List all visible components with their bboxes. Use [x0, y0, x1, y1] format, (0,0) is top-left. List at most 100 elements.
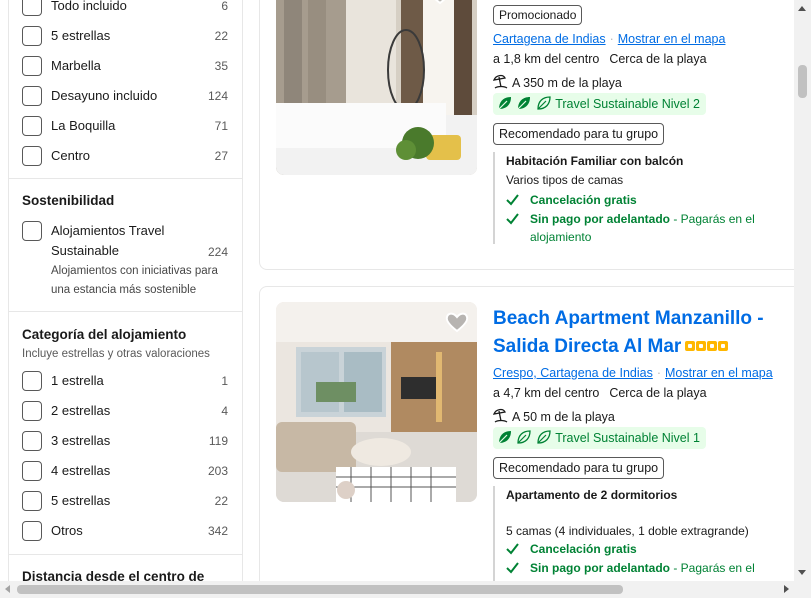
scroll-thumb[interactable] [17, 585, 623, 594]
property-photo[interactable] [276, 0, 477, 175]
sustainability-badge[interactable]: Travel Sustainable Nivel 2 [493, 93, 706, 115]
scroll-left-arrow[interactable] [5, 585, 10, 593]
scroll-down-arrow[interactable] [798, 570, 806, 575]
title-line[interactable]: Beach Apartment Manzanillo - [493, 308, 764, 329]
filter-5-stars[interactable]: 5 estrellas 22 [22, 26, 228, 46]
star-icon [718, 341, 729, 351]
property-card: Promocionado Cartagena de Indias · Mostrar… [259, 0, 811, 270]
section-divider [9, 554, 242, 555]
filter-count: 342 [207, 524, 228, 538]
sustainability-description: Alojamientos con iniciativas para [51, 265, 218, 277]
filter-label: Otros [51, 523, 83, 538]
no-prepayment: Sin pago por adelantado - Pagarás en el … [506, 210, 793, 246]
leaf-icons [497, 430, 555, 445]
show-on-map-link[interactable]: Mostrar en el mapa [618, 32, 726, 46]
leaf-icon [518, 97, 531, 110]
leaf-icon [498, 431, 511, 444]
category-title: Categoría del alojamiento [22, 327, 187, 342]
checkbox[interactable] [22, 26, 42, 46]
checkbox[interactable] [22, 461, 42, 481]
distance-info: a 1,8 km del centro Cerca de la playa [493, 52, 707, 66]
property-title[interactable]: Beach Apartment Manzanillo - Salida Dire… [493, 305, 793, 360]
filter-1-star[interactable]: 1 estrella 1 [22, 371, 228, 391]
filter-label: Desayuno incluido [51, 88, 158, 103]
checkmark-icon [506, 213, 519, 225]
filter-marbella[interactable]: Marbella 35 [22, 56, 228, 76]
star-icon [696, 341, 707, 351]
filter-count: 203 [207, 464, 228, 478]
leaf-outline-icon [537, 96, 551, 110]
filter-all-inclusive[interactable]: Todo incluido 6 [22, 0, 228, 16]
leaf-icon [498, 97, 511, 110]
filter-centro[interactable]: Centro 27 [22, 146, 228, 166]
filter-label: Sustainable [51, 243, 119, 258]
checkbox[interactable] [22, 371, 42, 391]
filter-label: Marbella [51, 58, 101, 73]
filter-count: 4 [221, 404, 228, 418]
sustainability-badge[interactable]: Travel Sustainable Nivel 1 [493, 427, 706, 449]
scroll-thumb[interactable] [798, 65, 807, 98]
vertical-scrollbar[interactable] [794, 0, 811, 581]
heart-icon[interactable] [427, 0, 453, 7]
category-subtitle: Incluye estrellas y otras valoraciones [22, 348, 210, 360]
filter-travel-sustainable[interactable]: Alojamientos Travel Sustainable 224 [22, 221, 228, 261]
filter-4-stars[interactable]: 4 estrellas 203 [22, 461, 228, 481]
distance-info: a 4,7 km del centro Cerca de la playa [493, 386, 707, 400]
bed-types: Varios tipos de camas [506, 173, 624, 187]
checkbox[interactable] [22, 521, 42, 541]
checkbox[interactable] [22, 56, 42, 76]
sustainability-text: Travel Sustainable Nivel 2 [555, 97, 700, 111]
filter-count: 1 [221, 374, 228, 388]
filter-count: 119 [208, 434, 228, 448]
recommended-badge: Recomendado para tu grupo [493, 123, 665, 145]
filter-count: 27 [214, 149, 228, 163]
leaf-outline-icon [517, 430, 532, 444]
checkbox[interactable] [22, 116, 42, 136]
checkbox[interactable] [22, 86, 42, 106]
filter-la-boquilla[interactable]: La Boquilla 71 [22, 116, 228, 136]
bedroom-photo [276, 0, 477, 175]
filter-label: 2 estrellas [51, 403, 111, 418]
filter-label: 4 estrellas [51, 463, 111, 478]
scroll-right-arrow[interactable] [784, 585, 789, 593]
checkbox[interactable] [22, 401, 42, 421]
room-info: Habitación Familiar con balcón Varios ti… [493, 152, 793, 244]
filter-count: 35 [214, 59, 228, 73]
promoted-badge: Promocionado [493, 5, 583, 25]
filter-5-stars-category[interactable]: 5 estrellas 22 [22, 491, 228, 511]
sustainability-text: Travel Sustainable Nivel 1 [555, 431, 700, 445]
filter-count: 71 [214, 119, 228, 133]
filter-3-stars[interactable]: 3 estrellas 119 [22, 431, 228, 451]
filter-others[interactable]: Otros 342 [22, 521, 228, 541]
perk-text: Cancelación gratis [530, 193, 637, 207]
checkbox[interactable] [22, 146, 42, 166]
checkbox[interactable] [22, 221, 42, 241]
filter-count: 22 [214, 494, 228, 508]
filter-breakfast[interactable]: Desayuno incluido 124 [22, 86, 228, 106]
location-link[interactable]: Cartagena de Indias [493, 32, 606, 46]
room-info: Apartamento de 2 dormitorios 5 camas (4 … [493, 486, 793, 596]
filter-count: 6 [221, 0, 228, 13]
star-icon [707, 341, 718, 351]
filter-2-stars[interactable]: 2 estrellas 4 [22, 401, 228, 421]
scroll-up-arrow[interactable] [798, 6, 806, 11]
location-link[interactable]: Crespo, Cartagena de Indias [493, 366, 653, 380]
checkbox[interactable] [22, 491, 42, 511]
show-on-map-link[interactable]: Mostrar en el mapa [665, 366, 773, 380]
perk-note: - Pagarás en el [670, 212, 755, 226]
perk-note: alojamiento [530, 230, 592, 244]
checkbox[interactable] [22, 431, 42, 451]
free-cancellation: Cancelación gratis [506, 540, 793, 558]
title-line[interactable]: Salida Directa Al Mar [493, 336, 681, 357]
heart-icon[interactable] [444, 309, 470, 335]
horizontal-scrollbar[interactable] [0, 581, 811, 598]
section-divider [9, 311, 242, 312]
filters-sidebar: Todo incluido 6 5 estrellas 22 Marbella … [8, 0, 243, 590]
room-name: Apartamento de 2 dormitorios [506, 488, 678, 502]
checkbox[interactable] [22, 0, 42, 16]
beach-distance: A 50 m de la playa [492, 408, 615, 424]
rating-stars [685, 332, 729, 359]
filter-count: 224 [207, 245, 228, 259]
distance-text: a 1,8 km del centro [493, 52, 600, 66]
filter-label: 5 estrellas [51, 493, 111, 508]
